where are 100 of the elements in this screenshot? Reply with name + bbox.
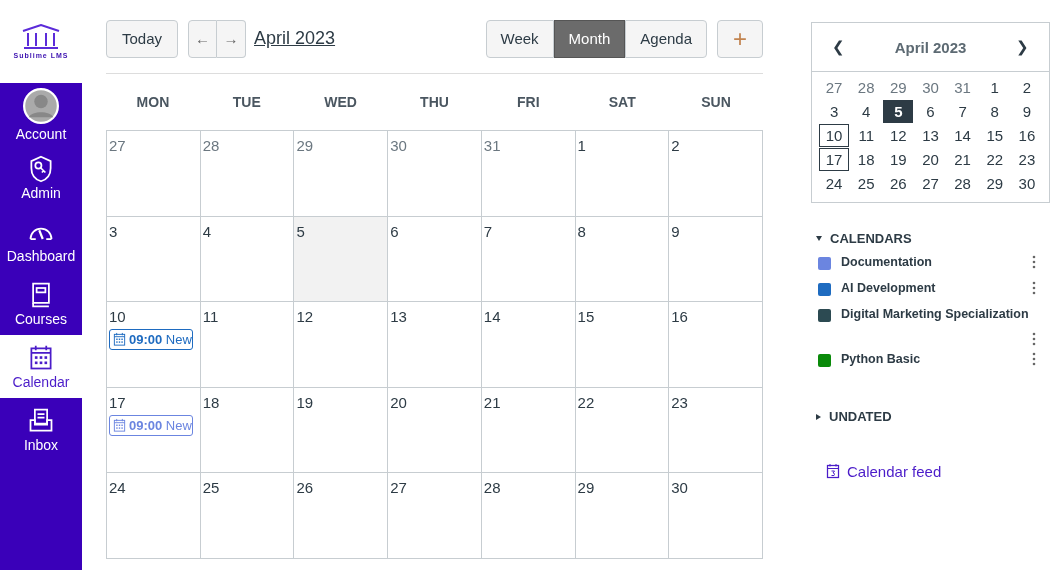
day-cell[interactable]: 26	[294, 473, 389, 559]
day-cell[interactable]: 27	[107, 131, 201, 217]
color-swatch[interactable]	[818, 354, 831, 367]
nav-item[interactable]: Calendar	[0, 335, 82, 398]
day-cell[interactable]: 30	[669, 473, 763, 559]
mini-day[interactable]: 4	[851, 100, 882, 123]
day-cell[interactable]: 11	[200, 302, 295, 388]
more-options-icon[interactable]	[1032, 281, 1036, 295]
previous-button[interactable]: ←	[188, 19, 217, 58]
mini-day[interactable]: 30	[1011, 172, 1042, 195]
mini-day[interactable]: 14	[947, 124, 978, 147]
month-title[interactable]: April 2023	[254, 28, 336, 49]
more-options-icon[interactable]	[1032, 332, 1036, 346]
mini-day[interactable]: 24	[819, 172, 850, 195]
mini-day[interactable]: 20	[915, 148, 946, 171]
day-cell[interactable]: 28	[200, 131, 295, 217]
day-cell[interactable]: 18	[200, 387, 295, 473]
mini-day[interactable]: 27	[819, 76, 850, 99]
day-cell[interactable]: 27	[388, 473, 482, 559]
mini-day[interactable]: 29	[883, 76, 914, 99]
mini-day[interactable]: 12	[883, 124, 914, 147]
day-number: 29	[577, 479, 595, 496]
mini-day[interactable]: 31	[947, 76, 978, 99]
mini-day[interactable]: 28	[947, 172, 978, 195]
next-month-button[interactable]: ❯	[1016, 38, 1029, 56]
mini-day[interactable]: 27	[915, 172, 946, 195]
color-swatch[interactable]	[818, 283, 831, 296]
mini-day[interactable]: 1	[979, 76, 1010, 99]
day-cell[interactable]: 30	[388, 131, 482, 217]
view-tab[interactable]: Week	[485, 19, 554, 58]
day-cell[interactable]: 2	[669, 131, 763, 217]
day-cell[interactable]: 19	[294, 387, 389, 473]
day-cell[interactable]: 25	[200, 473, 295, 559]
previous-month-button[interactable]: ❮	[832, 38, 845, 56]
mini-day[interactable]: 8	[979, 100, 1010, 123]
day-cell[interactable]: 8	[575, 216, 670, 302]
mini-day[interactable]: 22	[979, 148, 1010, 171]
day-cell[interactable]: 17 09:00 New	[107, 387, 201, 473]
section-toggle[interactable]: CALENDARS	[816, 231, 1050, 246]
mini-day[interactable]: 5	[883, 100, 914, 123]
day-cell[interactable]: 12	[294, 302, 389, 388]
section-toggle[interactable]: UNDATED	[816, 409, 1050, 424]
calendar-name: Digital Marketing Specialization	[841, 307, 1029, 321]
day-cell[interactable]: 16	[669, 302, 763, 388]
event-chip[interactable]: 09:00 New	[109, 329, 193, 350]
mini-day[interactable]: 23	[1011, 148, 1042, 171]
mini-day[interactable]: 25	[851, 172, 882, 195]
day-cell[interactable]: 31	[481, 131, 576, 217]
day-cell[interactable]: 15	[575, 302, 670, 388]
mini-day[interactable]: 10	[819, 124, 850, 147]
mini-day[interactable]: 6	[915, 100, 946, 123]
day-cell[interactable]: 7	[481, 216, 576, 302]
mini-day[interactable]: 15	[979, 124, 1010, 147]
mini-day[interactable]: 30	[915, 76, 946, 99]
day-cell[interactable]: 20	[388, 387, 482, 473]
mini-day[interactable]: 9	[1011, 100, 1042, 123]
nav-item[interactable]: Account	[0, 83, 82, 146]
mini-day[interactable]: 16	[1011, 124, 1042, 147]
mini-day[interactable]: 26	[883, 172, 914, 195]
day-cell[interactable]: 29	[575, 473, 670, 559]
day-cell[interactable]: 9	[669, 216, 763, 302]
mini-day[interactable]: 7	[947, 100, 978, 123]
mini-day[interactable]: 18	[851, 148, 882, 171]
mini-day[interactable]: 11	[851, 124, 882, 147]
day-cell[interactable]: 23	[669, 387, 763, 473]
mini-day[interactable]: 29	[979, 172, 1010, 195]
nav-item[interactable]: Inbox	[0, 398, 82, 461]
day-cell[interactable]: 6	[388, 216, 482, 302]
mini-day[interactable]: 28	[851, 76, 882, 99]
today-button[interactable]: Today	[106, 19, 178, 58]
more-options-icon[interactable]	[1032, 255, 1036, 269]
day-cell[interactable]: 3	[107, 216, 201, 302]
day-cell[interactable]: 13	[388, 302, 482, 388]
event-chip[interactable]: 09:00 New	[109, 414, 193, 436]
mini-day[interactable]: 3	[819, 100, 850, 123]
color-swatch[interactable]	[818, 257, 831, 270]
color-swatch[interactable]	[818, 309, 831, 322]
day-cell[interactable]: 29	[294, 131, 389, 217]
mini-day[interactable]: 13	[915, 124, 946, 147]
more-options-icon[interactable]	[1032, 352, 1036, 366]
view-tab[interactable]: Month	[553, 19, 626, 58]
mini-day[interactable]: 2	[1011, 76, 1042, 99]
day-cell[interactable]: 10 09:00 New	[107, 302, 201, 388]
mini-day[interactable]: 21	[947, 148, 978, 171]
day-cell[interactable]: 24	[107, 473, 201, 559]
nav-item[interactable]: Dashboard	[0, 209, 82, 272]
day-cell[interactable]: 14	[481, 302, 576, 388]
day-cell[interactable]: 28	[481, 473, 576, 559]
nav-item[interactable]: Courses	[0, 272, 82, 335]
day-cell[interactable]: 21	[481, 387, 576, 473]
mini-day[interactable]: 19	[883, 148, 914, 171]
day-cell[interactable]: 1	[575, 131, 670, 217]
view-tab[interactable]: Agenda	[625, 19, 707, 58]
mini-day[interactable]: 17	[819, 148, 850, 171]
day-number: 30	[390, 137, 407, 154]
nav-item[interactable]: Admin	[0, 146, 82, 209]
calendar-feed-link[interactable]: Calendar feed	[825, 462, 1050, 480]
day-cell[interactable]: 5	[294, 216, 389, 302]
day-cell[interactable]: 22	[575, 387, 670, 473]
next-button[interactable]: →	[217, 19, 246, 58]
